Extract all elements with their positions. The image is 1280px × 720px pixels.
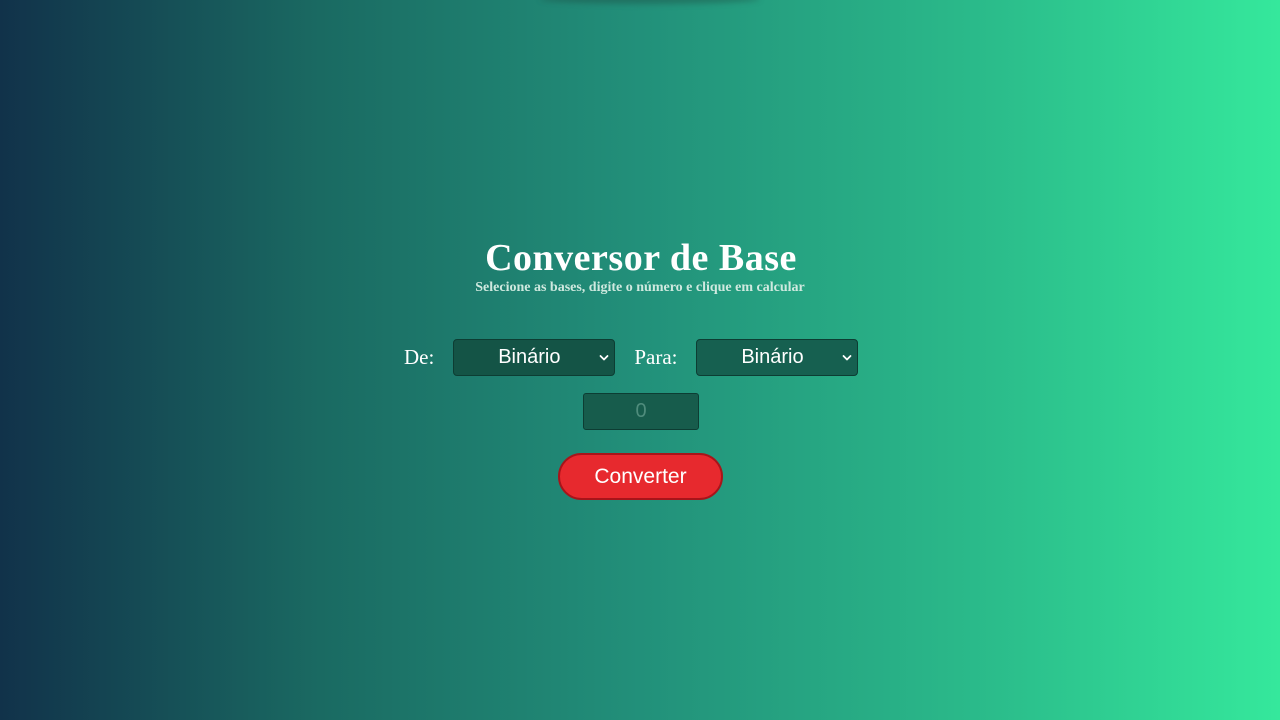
chevron-down-icon xyxy=(599,354,609,360)
from-base-selected-value: Binário xyxy=(498,345,561,368)
to-label: Para: xyxy=(634,345,678,369)
convert-button[interactable]: Converter xyxy=(558,453,723,500)
chevron-down-icon xyxy=(843,354,852,360)
to-base-selected-value: Binário xyxy=(741,345,804,368)
top-shadow xyxy=(540,0,760,4)
page-title: Conversor de Base xyxy=(485,237,797,279)
to-base-select[interactable]: Binário xyxy=(696,338,859,376)
converter-header: Conversor de Base Selecione as bases, di… xyxy=(0,236,1280,296)
number-input[interactable] xyxy=(583,393,699,430)
from-label: De: xyxy=(404,345,435,369)
from-base-select[interactable]: Binário xyxy=(453,338,616,376)
base-selector-row: De: Binário Para: Binário xyxy=(404,338,859,376)
page-subtitle: Selecione as bases, digite o número e cl… xyxy=(475,280,805,295)
